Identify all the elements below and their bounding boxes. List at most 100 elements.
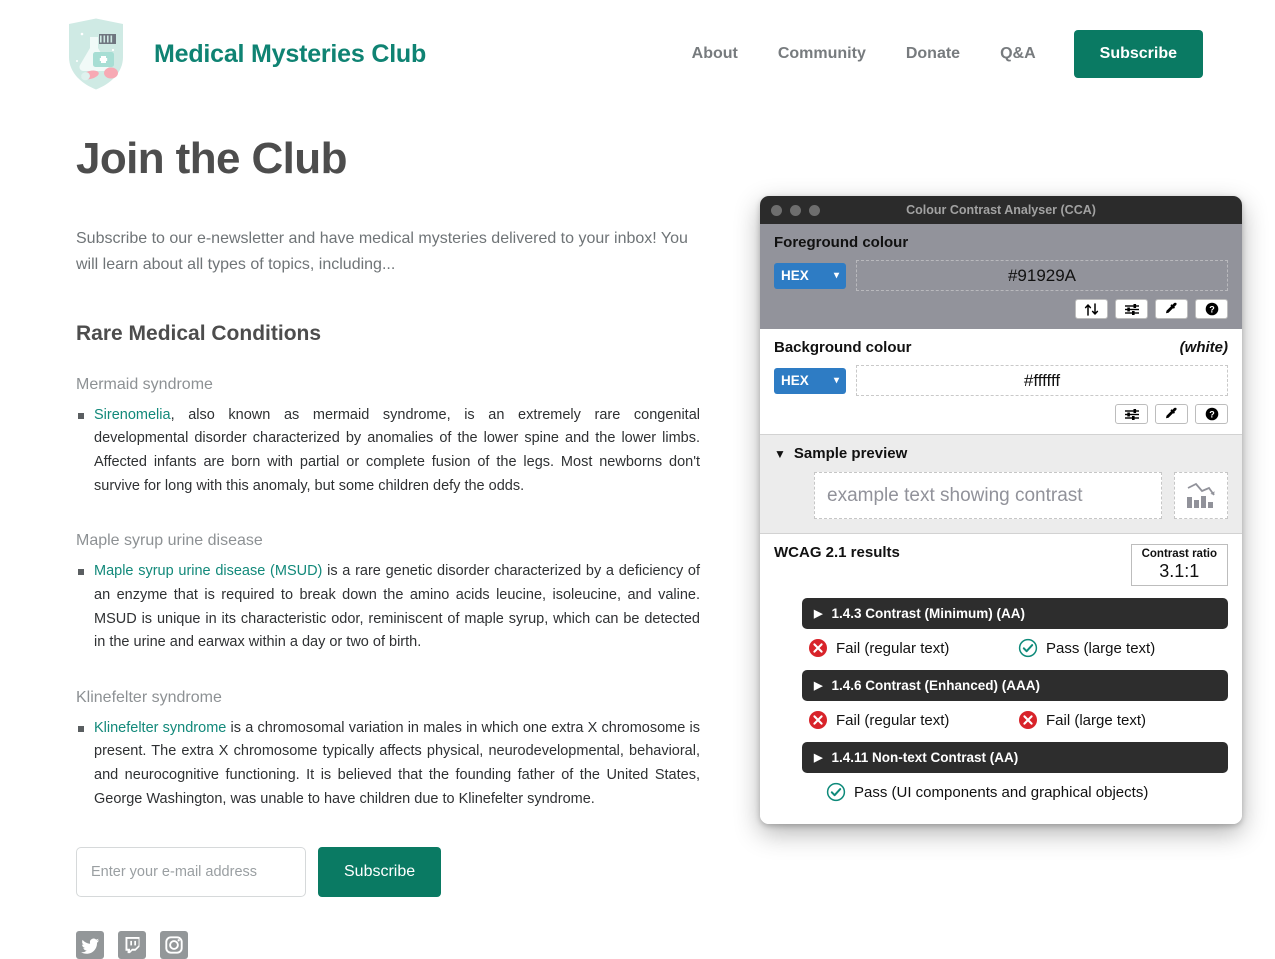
chevron-down-icon: ▾ (833, 270, 839, 281)
background-label: Background colour (774, 339, 912, 356)
cca-window-title: Colour Contrast Analyser (CCA) (906, 203, 1096, 217)
brand[interactable]: Medical Mysteries Club (60, 13, 426, 95)
foreground-format-select[interactable]: HEX ▾ (774, 262, 846, 289)
email-input[interactable] (76, 847, 306, 898)
nav-item-about[interactable]: About (672, 35, 758, 73)
window-maximize-icon[interactable] (809, 204, 820, 216)
sliders-icon (1124, 303, 1139, 315)
window-minimize-icon[interactable] (790, 204, 801, 216)
background-help-button[interactable]: ? (1195, 404, 1228, 424)
contrast-ratio-value: 3.1:1 (1159, 561, 1200, 582)
form-subscribe-button[interactable]: Subscribe (318, 847, 442, 898)
instagram-icon (160, 931, 188, 959)
section-title: Rare Medical Conditions (76, 321, 322, 345)
result-146-regular-text: Fail (regular text) (836, 711, 950, 729)
condition-list-1: Maple syrup urine disease (MSUD) is a ra… (76, 560, 700, 655)
criterion-143-results: Fail (regular text) Pass (large text) (808, 638, 1228, 658)
result-146-large: Fail (large text) (1018, 710, 1228, 730)
background-eyedropper-button[interactable] (1155, 404, 1188, 424)
sample-preview-header[interactable]: ▼ Sample preview (774, 445, 1228, 462)
sample-preview-label: Sample preview (793, 445, 908, 462)
swap-colours-button[interactable] (1075, 299, 1108, 319)
wcag-header: WCAG 2.1 results Contrast ratio 3.1:1 (774, 544, 1228, 587)
foreground-section: Foreground colour HEX ▾ #91929A ? (760, 224, 1242, 329)
site-header: Medical Mysteries Club About Community D… (0, 0, 1275, 104)
result-1411-ui-text: Pass (UI components and graphical object… (854, 783, 1149, 801)
criterion-143-title: 1.4.3 Contrast (Minimum) (AA) (831, 606, 1025, 622)
cca-window-bottom-edge (760, 816, 1242, 825)
page-title: Join the Club (76, 134, 347, 183)
condition-link-0[interactable]: Sirenomelia (94, 407, 171, 423)
sliders-icon (1124, 408, 1139, 420)
caret-right-icon: ▶ (814, 680, 823, 693)
result-143-large-text: Pass (large text) (1046, 639, 1156, 657)
condition-link-2[interactable]: Klinefelter syndrome (94, 720, 226, 736)
cca-window[interactable]: Colour Contrast Analyser (CCA) Foregroun… (760, 196, 1242, 825)
result-1411-ui: Pass (UI components and graphical object… (808, 782, 1228, 802)
subscribe-form: Subscribe (76, 847, 700, 898)
result-143-large: Pass (large text) (1018, 638, 1228, 658)
fail-icon (809, 639, 827, 658)
condition-title-2: Klinefelter syndrome (76, 688, 222, 706)
twitch-link[interactable] (118, 931, 146, 959)
criterion-1411-results: Pass (UI components and graphical object… (808, 782, 1228, 802)
nav-subscribe-button[interactable]: Subscribe (1073, 30, 1203, 78)
window-close-icon[interactable] (771, 204, 782, 216)
social-links (76, 931, 700, 959)
declining-bar-chart-icon (1187, 482, 1215, 508)
chevron-down-icon: ▾ (833, 375, 839, 386)
intro-paragraph: Subscribe to our e-newsletter and have m… (76, 230, 688, 273)
criterion-143-bar[interactable]: ▶ 1.4.3 Contrast (Minimum) (AA) (802, 598, 1228, 630)
condition-title-1: Maple syrup urine disease (76, 532, 263, 550)
contrast-ratio-box: Contrast ratio 3.1:1 (1130, 544, 1228, 587)
twitch-icon (118, 931, 146, 959)
sample-preview-chart (1174, 472, 1228, 519)
brand-name: Medical Mysteries Club (154, 39, 427, 68)
result-146-regular: Fail (regular text) (808, 710, 1018, 730)
contrast-ratio-label: Contrast ratio (1141, 548, 1217, 560)
background-sliders-button[interactable] (1115, 404, 1148, 424)
caret-down-icon: ▼ (774, 446, 786, 461)
list-item: Klinefelter syndrome is a chromosomal va… (76, 717, 700, 812)
background-format-select[interactable]: HEX ▾ (774, 367, 846, 394)
criterion-146-bar[interactable]: ▶ 1.4.6 Contrast (Enhanced) (AAA) (802, 670, 1228, 702)
criterion-1411-title: 1.4.11 Non-text Contrast (AA) (831, 750, 1019, 766)
foreground-label: Foreground colour (774, 234, 909, 251)
background-color-input[interactable]: #ffffff (856, 365, 1228, 396)
cca-titlebar[interactable]: Colour Contrast Analyser (CCA) (760, 196, 1242, 224)
criterion-1411-bar[interactable]: ▶ 1.4.11 Non-text Contrast (AA) (802, 742, 1228, 774)
twitter-link[interactable] (76, 931, 104, 959)
list-item: Sirenomelia, also known as mermaid syndr… (76, 404, 700, 499)
condition-list-0: Sirenomelia, also known as mermaid syndr… (76, 404, 700, 499)
nav-item-donate[interactable]: Donate (886, 35, 980, 73)
condition-link-1[interactable]: Maple syrup urine disease (MSUD) (94, 563, 322, 579)
sample-preview-body: example text showing contrast (774, 472, 1228, 519)
foreground-color-input[interactable]: #91929A (856, 260, 1228, 291)
criterion-146-title: 1.4.6 Contrast (Enhanced) (AAA) (831, 678, 1040, 694)
main-content: Join the Club Subscribe to our e-newslet… (0, 104, 700, 959)
wcag-label: WCAG 2.1 results (774, 544, 900, 561)
nav-item-community[interactable]: Community (758, 35, 886, 73)
fail-icon (1019, 711, 1037, 730)
nav-item-qanda[interactable]: Q&A (980, 35, 1056, 73)
criterion-146-results: Fail (regular text) Fail (large text) (808, 710, 1228, 730)
list-item: Maple syrup urine disease (MSUD) is a ra… (76, 560, 700, 655)
fail-icon (809, 711, 827, 730)
background-color-row: HEX ▾ #ffffff (774, 365, 1228, 396)
background-section: Background colour (white) HEX ▾ #ffffff (760, 329, 1242, 435)
background-header: Background colour (white) (774, 339, 1228, 356)
help-icon: ? (1205, 302, 1218, 316)
foreground-help-button[interactable]: ? (1195, 299, 1228, 319)
condition-body-0: , also known as mermaid syndrome, is an … (94, 406, 700, 494)
foreground-color-row: HEX ▾ #91929A (774, 260, 1228, 291)
caret-right-icon: ▶ (814, 608, 823, 621)
foreground-sliders-button[interactable] (1115, 299, 1148, 319)
result-146-large-text: Fail (large text) (1046, 711, 1147, 729)
help-icon: ? (1205, 407, 1218, 421)
wcag-results-section: WCAG 2.1 results Contrast ratio 3.1:1 ▶ … (760, 534, 1242, 817)
result-143-regular-text: Fail (regular text) (836, 639, 950, 657)
foreground-eyedropper-button[interactable] (1155, 299, 1188, 319)
foreground-header: Foreground colour (774, 234, 1228, 251)
instagram-link[interactable] (160, 931, 188, 959)
swap-colours-icon (1084, 302, 1099, 316)
